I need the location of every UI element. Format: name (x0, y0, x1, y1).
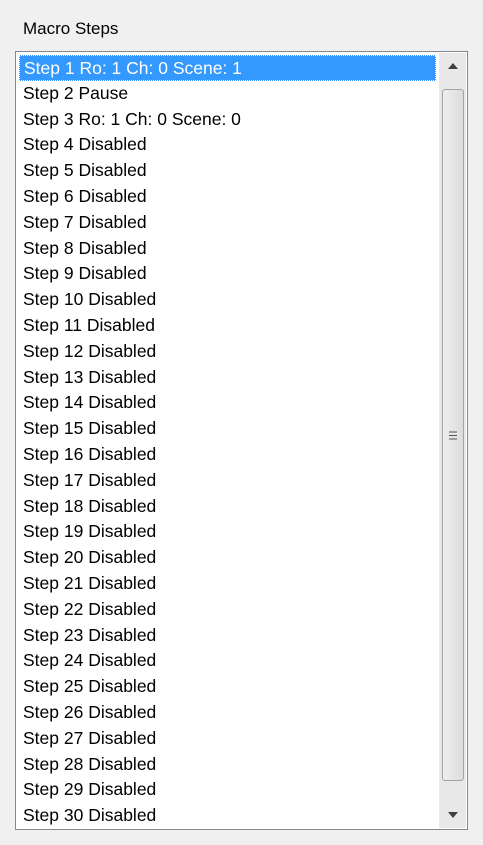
list-item[interactable]: Step 30 Disabled (19, 803, 436, 829)
macro-steps-list[interactable]: Step 1 Ro: 1 Ch: 0 Scene: 1 Step 2 Pause S… (19, 55, 436, 829)
scroll-up-button[interactable] (440, 53, 466, 79)
list-item[interactable]: Step 8 Disabled (19, 236, 436, 262)
macro-steps-listbox[interactable]: Step 1 Ro: 1 Ch: 0 Scene: 1 Step 2 Pause S… (15, 51, 468, 830)
list-item[interactable]: Step 2 Pause (19, 81, 436, 107)
grip-icon (449, 431, 457, 439)
scrollbar-thumb[interactable] (442, 89, 464, 781)
list-item[interactable]: Step 21 Disabled (19, 571, 436, 597)
list-item[interactable]: Step 9 Disabled (19, 261, 436, 287)
macro-steps-panel: Macro Steps Step 1 Ro: 1 Ch: 0 Scene: 1S… (0, 0, 483, 845)
list-item[interactable]: Step 23 Disabled (19, 623, 436, 649)
list-item[interactable]: Step 3 Ro: 1 Ch: 0 Scene: 0 (19, 107, 436, 133)
list-item[interactable]: Step 6 Disabled (19, 184, 436, 210)
list-item[interactable]: Step 15 Disabled (19, 416, 436, 442)
list-item[interactable]: Step 29 Disabled (19, 777, 436, 803)
list-item[interactable]: Step 24 Disabled (19, 648, 436, 674)
list-item[interactable]: Step 18 Disabled (19, 494, 436, 520)
vertical-scrollbar[interactable] (439, 53, 466, 828)
list-item[interactable]: Step 14 Disabled (19, 390, 436, 416)
scroll-down-button[interactable] (440, 802, 466, 828)
arrow-down-icon (448, 812, 458, 818)
list-item[interactable]: Step 5 Disabled (19, 158, 436, 184)
list-item[interactable]: Step 26 Disabled (19, 700, 436, 726)
arrow-up-icon (448, 63, 458, 69)
list-item[interactable]: Step 1 Ro: 1 Ch: 0 Scene: 1 (19, 55, 436, 81)
list-item[interactable]: Step 22 Disabled (19, 597, 436, 623)
macro-steps-label: Macro Steps (23, 19, 119, 38)
list-item[interactable]: Step 4 Disabled (19, 132, 436, 158)
list-item[interactable]: Step 19 Disabled (19, 519, 436, 545)
list-item[interactable]: Step 17 Disabled (19, 468, 436, 494)
list-item[interactable]: Step 27 Disabled (19, 726, 436, 752)
list-item[interactable]: Step 11 Disabled (19, 313, 436, 339)
list-item[interactable]: Step 16 Disabled (19, 442, 436, 468)
list-item[interactable]: Step 7 Disabled (19, 210, 436, 236)
list-item[interactable]: Step 12 Disabled (19, 339, 436, 365)
list-item[interactable]: Step 28 Disabled (19, 752, 436, 778)
list-item[interactable]: Step 25 Disabled (19, 674, 436, 700)
list-item[interactable]: Step 13 Disabled (19, 365, 436, 391)
list-item[interactable]: Step 20 Disabled (19, 545, 436, 571)
list-item[interactable]: Step 10 Disabled (19, 287, 436, 313)
